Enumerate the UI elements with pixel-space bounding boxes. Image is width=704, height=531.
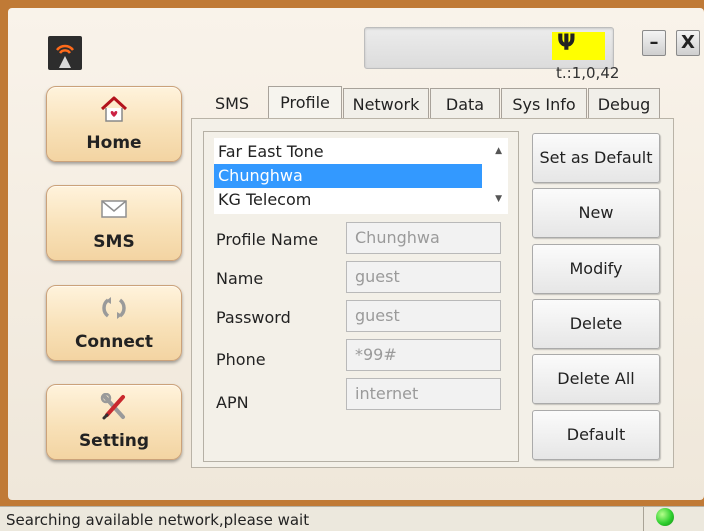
password-field[interactable]: guest <box>346 300 501 332</box>
envelope-icon <box>99 194 129 222</box>
list-item[interactable]: KG Telecom <box>214 188 482 212</box>
delete-all-button[interactable]: Delete All <box>532 354 660 404</box>
app-logo-icon <box>48 36 82 70</box>
tab-debug[interactable]: Debug <box>588 88 660 120</box>
nav-home-button[interactable]: Home <box>46 86 182 162</box>
close-button[interactable]: X <box>676 30 700 56</box>
set-as-default-button[interactable]: Set as Default <box>532 133 660 183</box>
list-item-selected[interactable]: Chunghwa <box>214 164 482 188</box>
name-label: Name <box>216 269 264 288</box>
apn-label: APN <box>216 393 249 412</box>
nav-connect-button[interactable]: Connect <box>46 285 182 361</box>
new-button[interactable]: New <box>532 188 660 238</box>
nav-setting-label: Setting <box>78 431 150 451</box>
password-label: Password <box>216 308 291 327</box>
tab-sys-info[interactable]: Sys Info <box>501 88 587 120</box>
modify-button[interactable]: Modify <box>532 244 660 294</box>
nav-home-label: Home <box>86 133 142 153</box>
profile-listbox[interactable]: Far East Tone Chunghwa KG Telecom ▲ ▼ <box>214 138 508 214</box>
nav-sms-button[interactable]: SMS <box>46 185 182 261</box>
antenna-icon: Ψ <box>557 31 576 56</box>
profile-name-label: Profile Name <box>216 230 319 249</box>
status-divider <box>643 507 644 531</box>
phone-label: Phone <box>216 350 266 369</box>
status-bar: Searching available network,please wait <box>0 506 704 531</box>
scroll-up-icon[interactable]: ▲ <box>495 146 502 156</box>
status-text: Searching available network,please wait <box>6 511 310 529</box>
list-item[interactable]: Far East Tone <box>214 140 482 164</box>
nav-sms-label: SMS <box>93 232 135 252</box>
name-field[interactable]: guest <box>346 261 501 293</box>
tools-icon <box>99 392 129 421</box>
profile-name-field[interactable]: Chunghwa <box>346 222 501 254</box>
tab-data[interactable]: Data <box>430 88 500 120</box>
tab-profile[interactable]: Profile <box>268 86 342 120</box>
nav-connect-label: Connect <box>74 332 154 352</box>
phone-field[interactable]: *99# <box>346 339 501 371</box>
minimize-button[interactable]: – <box>642 30 666 56</box>
tab-sms[interactable]: SMS <box>197 88 267 120</box>
apn-field[interactable]: internet <box>346 378 501 410</box>
delete-button[interactable]: Delete <box>532 299 660 349</box>
status-led-icon <box>656 508 674 526</box>
home-icon <box>99 95 129 123</box>
tab-network[interactable]: Network <box>343 88 429 120</box>
signal-readout: t.:1,0,42 <box>556 64 620 82</box>
default-button[interactable]: Default <box>532 410 660 460</box>
nav-setting-button[interactable]: Setting <box>46 384 182 460</box>
app-window: Ψ t.:1,0,42 – X Home SMS Connect Setting… <box>0 0 704 531</box>
scroll-down-icon[interactable]: ▼ <box>495 194 502 204</box>
connect-arrows-icon <box>99 294 129 322</box>
